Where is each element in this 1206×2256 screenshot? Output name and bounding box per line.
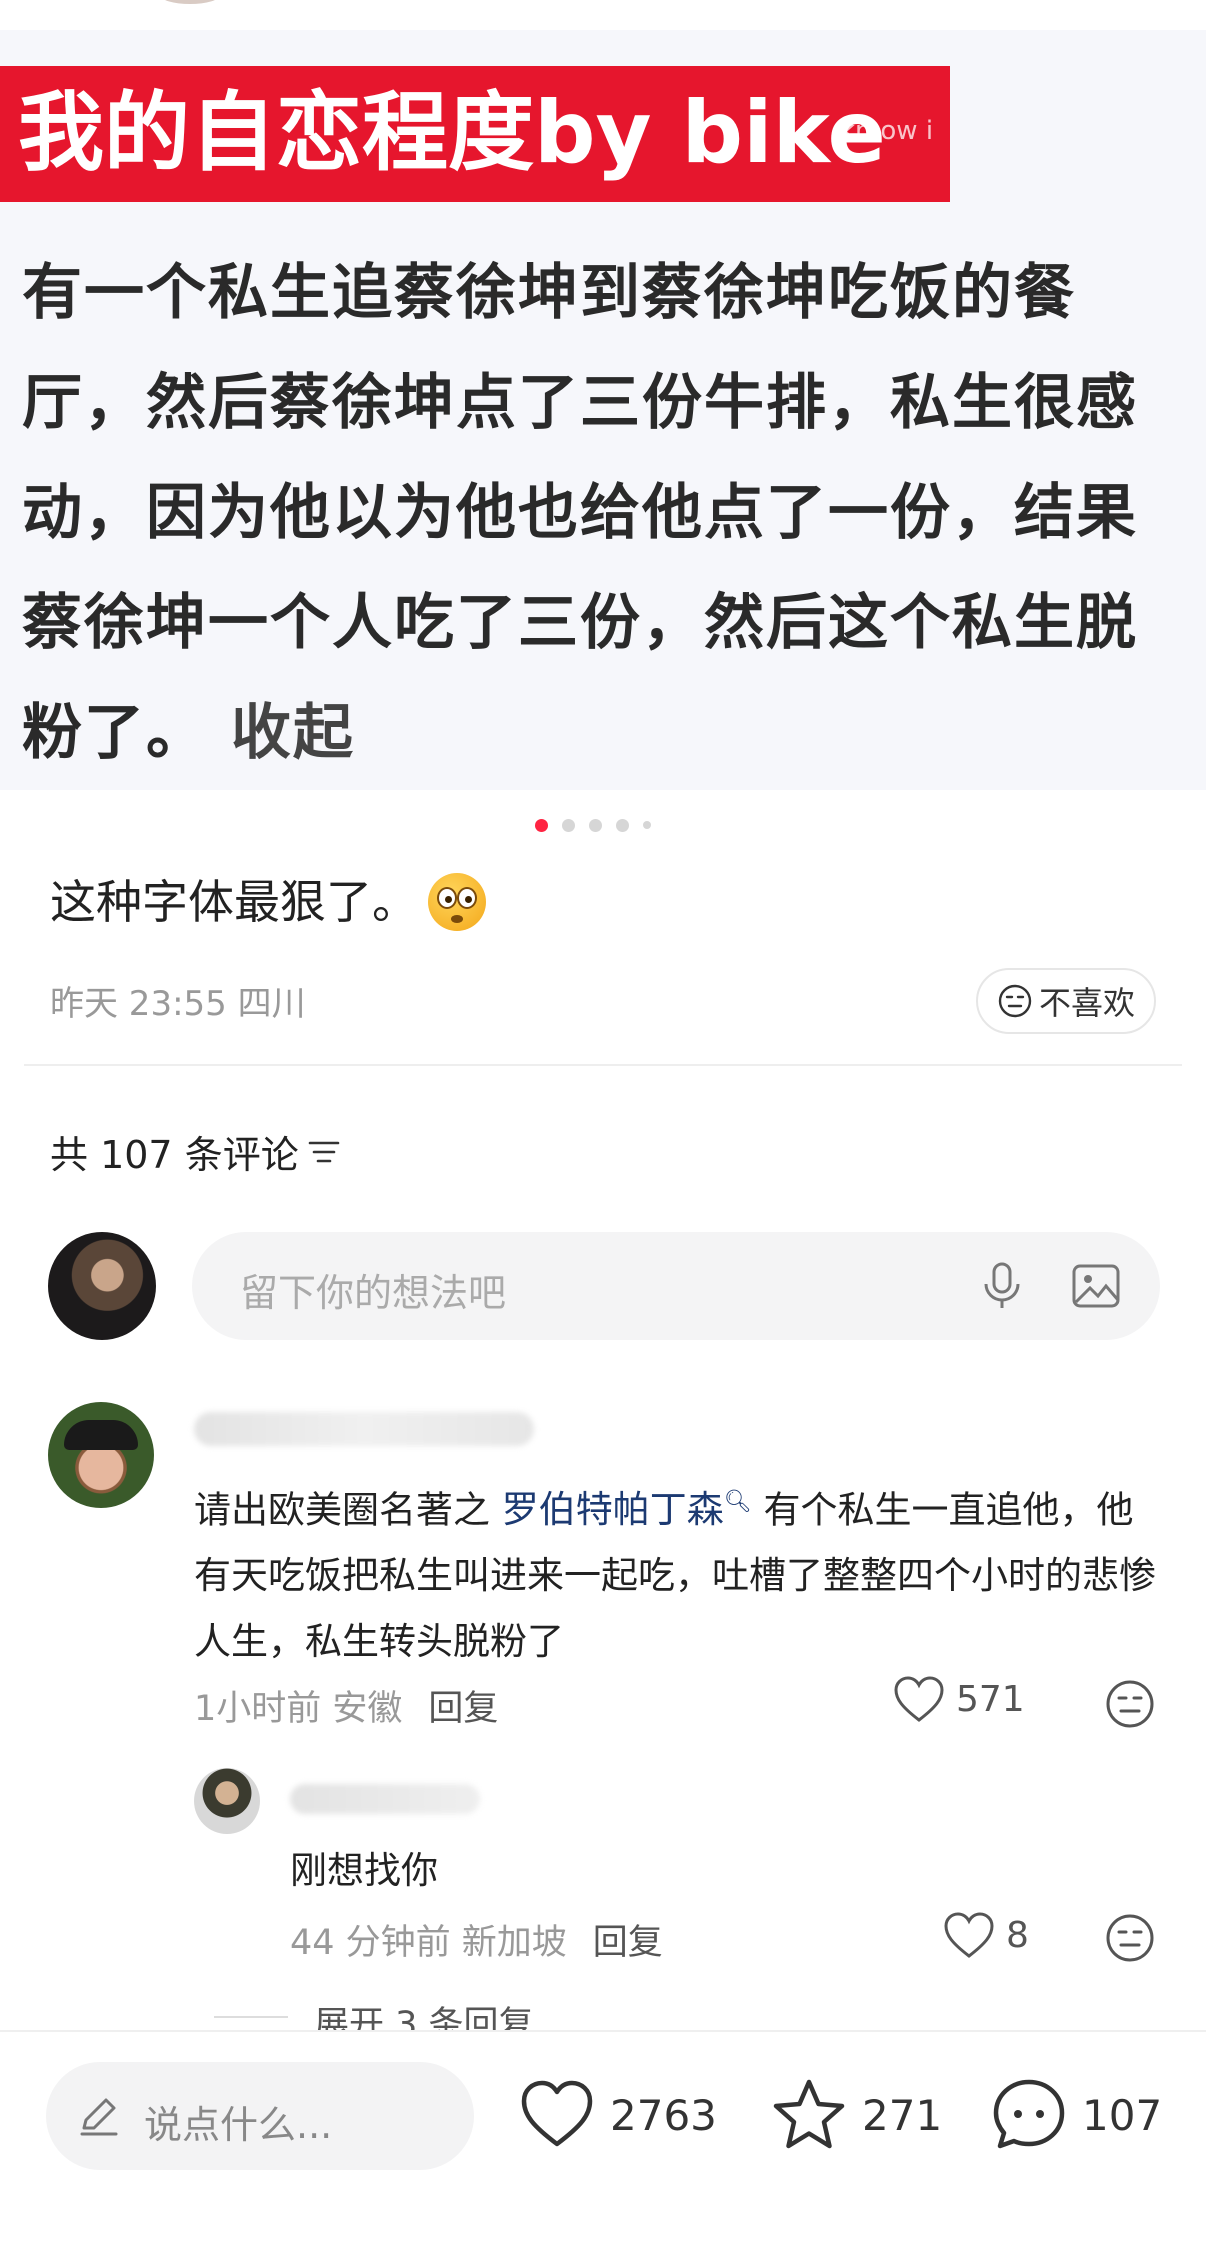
heart-icon — [521, 2080, 593, 2147]
emoji-pupil-left — [445, 896, 452, 903]
collapse-label: 收起 — [230, 698, 355, 768]
heart-icon — [894, 1676, 944, 1722]
carousel-dot — [616, 818, 629, 832]
reply-time-location: 44 分钟前 新加坡 — [290, 1923, 567, 1963]
top-strip-dot — [160, 0, 220, 4]
cap-brim — [64, 1420, 138, 1450]
heart-icon — [944, 1912, 994, 1958]
top-strip — [0, 0, 1206, 30]
emoji-mouth — [451, 915, 463, 923]
image-text: 有一个私生追蔡徐坤到蔡徐坤吃饭的餐厅，然后蔡徐坤点了三份牛排，私生很感动，因为他… — [22, 238, 1198, 788]
caption-text: 这种字体最狠了。 — [50, 875, 418, 929]
search-link[interactable]: 罗伯特帕丁森🔍︎ — [502, 1488, 752, 1531]
bottom-action-bar: 说点什么... 2763 271 107 — [0, 2030, 1206, 2256]
post-caption: 这种字体最狠了。 — [50, 870, 486, 934]
emoji-eye-left — [437, 887, 457, 909]
comment-input[interactable]: 留下你的想法吧 — [192, 1232, 1160, 1340]
comment-meta: 1小时前 安徽 回复 — [194, 1680, 498, 1731]
say-something-placeholder: 说点什么... — [144, 2103, 333, 2147]
emoji-eye-right — [457, 887, 477, 909]
star-icon — [773, 2079, 845, 2149]
say-something-input[interactable]: 说点什么... — [46, 2062, 474, 2170]
reply-text: 刚想找你 — [290, 1849, 438, 1892]
carousel-dot — [562, 818, 575, 832]
collapse-link: 收起 — [208, 698, 355, 768]
post-meta: 昨天 23:55 四川 — [50, 984, 306, 1024]
comments-count: 共 107 条评论 — [50, 1133, 299, 1177]
like-total: 2763 — [610, 2090, 717, 2140]
commenter-avatar[interactable] — [48, 1402, 154, 1508]
collect-total: 271 — [862, 2090, 943, 2140]
my-avatar[interactable] — [48, 1232, 156, 1340]
emoji-pupil-right — [465, 896, 472, 903]
comment-bubble-icon — [993, 2079, 1065, 2149]
reply-name-blurred[interactable] — [290, 1784, 480, 1814]
dislike-face-icon[interactable] — [1104, 1678, 1156, 1730]
commenter-name-blurred[interactable] — [194, 1412, 534, 1446]
reply-button[interactable]: 回复 — [593, 1923, 663, 1963]
reply-avatar[interactable] — [194, 1768, 260, 1834]
comments-sort-toggle[interactable]: 共 107 条评论 — [50, 1124, 341, 1179]
sort-icon — [308, 1141, 340, 1162]
like-button[interactable]: 2763 — [518, 2076, 717, 2154]
pencil-icon — [80, 2098, 118, 2136]
comment-button[interactable]: 107 — [990, 2076, 1162, 2154]
microphone-icon[interactable] — [974, 1258, 1030, 1314]
like-count: 8 — [1006, 1914, 1029, 1956]
image-icon[interactable] — [1068, 1258, 1124, 1314]
comment-input-placeholder: 留下你的想法吧 — [240, 1271, 507, 1315]
comment-total: 107 — [1082, 2090, 1163, 2140]
carousel-dot — [589, 818, 602, 832]
reply-meta: 44 分钟前 新加坡 回复 — [290, 1914, 663, 1965]
flushed-face-icon — [428, 873, 486, 931]
divider — [24, 1064, 1182, 1066]
comment-text: 请出欧美圈名著之 罗伯特帕丁森🔍︎ 有个私生一直追他，他有天吃饭把私生叫进来一起… — [194, 1470, 1164, 1675]
dislike-button[interactable]: 不喜欢 — [976, 968, 1156, 1034]
banner-watermark: kmow i — [840, 116, 934, 146]
like-count: 571 — [956, 1678, 1025, 1720]
reply-button[interactable]: 回复 — [428, 1689, 498, 1729]
comment-time-location: 1小时前 安徽 — [194, 1689, 403, 1729]
neutral-face-icon — [998, 984, 1032, 1018]
search-icon: 🔍︎ — [723, 1490, 752, 1515]
image-text-body: 有一个私生追蔡徐坤到蔡徐坤吃饭的餐厅，然后蔡徐坤点了三份牛排，私生很感动，因为他… — [22, 258, 1138, 768]
expand-divider — [214, 2016, 288, 2018]
search-link-text: 罗伯特帕丁森 — [501, 1488, 724, 1532]
banner-title: 我的自恋程度by bike — [18, 83, 886, 183]
image-banner: 我的自恋程度by bike kmow i — [0, 66, 950, 202]
carousel-dot — [643, 821, 651, 829]
dislike-face-icon[interactable] — [1104, 1912, 1156, 1964]
comment-text-part: 请出欧美圈名著之 — [194, 1488, 502, 1532]
post-image[interactable]: 我的自恋程度by bike kmow i 有一个私生追蔡徐坤到蔡徐坤吃饭的餐厅，… — [0, 0, 1206, 790]
reply-like-button[interactable]: 8 — [942, 1910, 1029, 1960]
dislike-label: 不喜欢 — [1038, 984, 1135, 1022]
comment-like-button[interactable]: 571 — [892, 1674, 1025, 1724]
carousel-indicator — [535, 818, 651, 832]
carousel-dot — [535, 818, 548, 832]
collect-button[interactable]: 271 — [770, 2076, 942, 2154]
